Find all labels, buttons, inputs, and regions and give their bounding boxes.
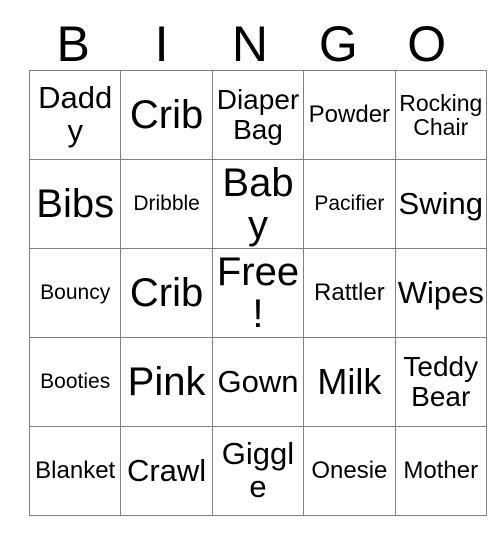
bingo-cell-o4[interactable]: Teddy Bear [394, 337, 487, 427]
bingo-cell-label: Teddy Bear [403, 351, 479, 412]
bingo-card: B I N G O Daddy Crib Diaper Bag Powder R… [28, 0, 487, 516]
bingo-cell-label: Giggle [221, 436, 295, 504]
bingo-cell-i5[interactable]: Crawl [120, 426, 213, 516]
bingo-cell-label: Blanket [35, 457, 116, 485]
bingo-header-letter-o: O [407, 16, 447, 72]
bingo-header-letter-i: I [154, 16, 169, 72]
bingo-cell-g1[interactable]: Powder [303, 70, 396, 160]
bingo-cell-o3[interactable]: Wipes [394, 248, 487, 338]
bingo-cell-label: Wipes [397, 274, 484, 310]
bingo-cell-label: Dribble [133, 191, 200, 215]
bingo-cell-g4[interactable]: Milk [303, 337, 396, 427]
bingo-cell-i3[interactable]: Crib [120, 248, 213, 338]
bingo-cell-n4[interactable]: Gown [211, 337, 305, 427]
bingo-cell-label: Onesie [311, 457, 388, 485]
bingo-cell-label: Swing [398, 185, 483, 221]
bingo-cell-g5[interactable]: Onesie [303, 426, 396, 516]
bingo-grid: Daddy Crib Diaper Bag Powder Rocking Cha… [28, 70, 487, 516]
bingo-cell-n5[interactable]: Giggle [211, 426, 305, 516]
bingo-cell-label: Diaper Bag [216, 84, 300, 145]
bingo-header-letter-g: G [318, 16, 358, 72]
bingo-cell-n1[interactable]: Diaper Bag [211, 70, 305, 160]
bingo-cell-label: Bibs [36, 181, 115, 226]
bingo-cell-g3[interactable]: Rattler [303, 248, 396, 338]
bingo-cell-b1[interactable]: Daddy [28, 70, 122, 160]
bingo-header-row: B I N G O [29, 0, 471, 70]
bingo-cell-label: Free! [216, 249, 300, 336]
bingo-cell-label: Pink [127, 359, 206, 404]
bingo-cell-b2[interactable]: Bibs [28, 159, 122, 249]
bingo-cell-label: Rattler [314, 279, 385, 307]
bingo-cell-label: Bouncy [40, 280, 111, 304]
bingo-cell-label: Crib [129, 270, 204, 315]
bingo-header-letter-n: N [231, 16, 269, 72]
bingo-row: Bouncy Crib Free! Rattler Wipes [28, 248, 487, 338]
bingo-cell-b5[interactable]: Blanket [28, 426, 122, 516]
bingo-cell-label: Mother [403, 457, 479, 485]
bingo-cell-o5[interactable]: Mother [394, 426, 487, 516]
bingo-row: Daddy Crib Diaper Bag Powder Rocking Cha… [28, 70, 487, 160]
bingo-cell-label: Powder [308, 101, 391, 129]
bingo-cell-free-space[interactable]: Free! [211, 248, 305, 338]
bingo-cell-i1[interactable]: Crib [120, 70, 213, 160]
bingo-cell-i2[interactable]: Dribble [120, 159, 213, 249]
bingo-cell-o2[interactable]: Swing [394, 159, 487, 249]
bingo-cell-g2[interactable]: Pacifier [303, 159, 396, 249]
bingo-cell-label: Booties [40, 369, 111, 393]
bingo-cell-b3[interactable]: Bouncy [28, 248, 122, 338]
bingo-cell-b4[interactable]: Booties [28, 337, 122, 427]
bingo-row: Bibs Dribble Baby Pacifier Swing [28, 159, 487, 249]
bingo-cell-label: Daddy [38, 80, 113, 148]
bingo-row: Blanket Crawl Giggle Onesie Mother [28, 426, 487, 516]
bingo-cell-label: Rocking Chair [399, 89, 483, 140]
bingo-cell-o1[interactable]: Rocking Chair [394, 70, 487, 160]
bingo-cell-n2[interactable]: Baby [211, 159, 305, 249]
bingo-cell-label: Baby [222, 160, 294, 247]
bingo-header-letter-b: B [56, 16, 90, 72]
bingo-cell-label: Milk [317, 360, 382, 402]
bingo-cell-i4[interactable]: Pink [120, 337, 213, 427]
bingo-cell-label: Pacifier [314, 191, 385, 215]
bingo-cell-label: Gown [217, 363, 299, 399]
bingo-cell-label: Crib [129, 92, 204, 137]
bingo-row: Booties Pink Gown Milk Teddy Bear [28, 337, 487, 427]
bingo-cell-label: Crawl [126, 452, 207, 488]
